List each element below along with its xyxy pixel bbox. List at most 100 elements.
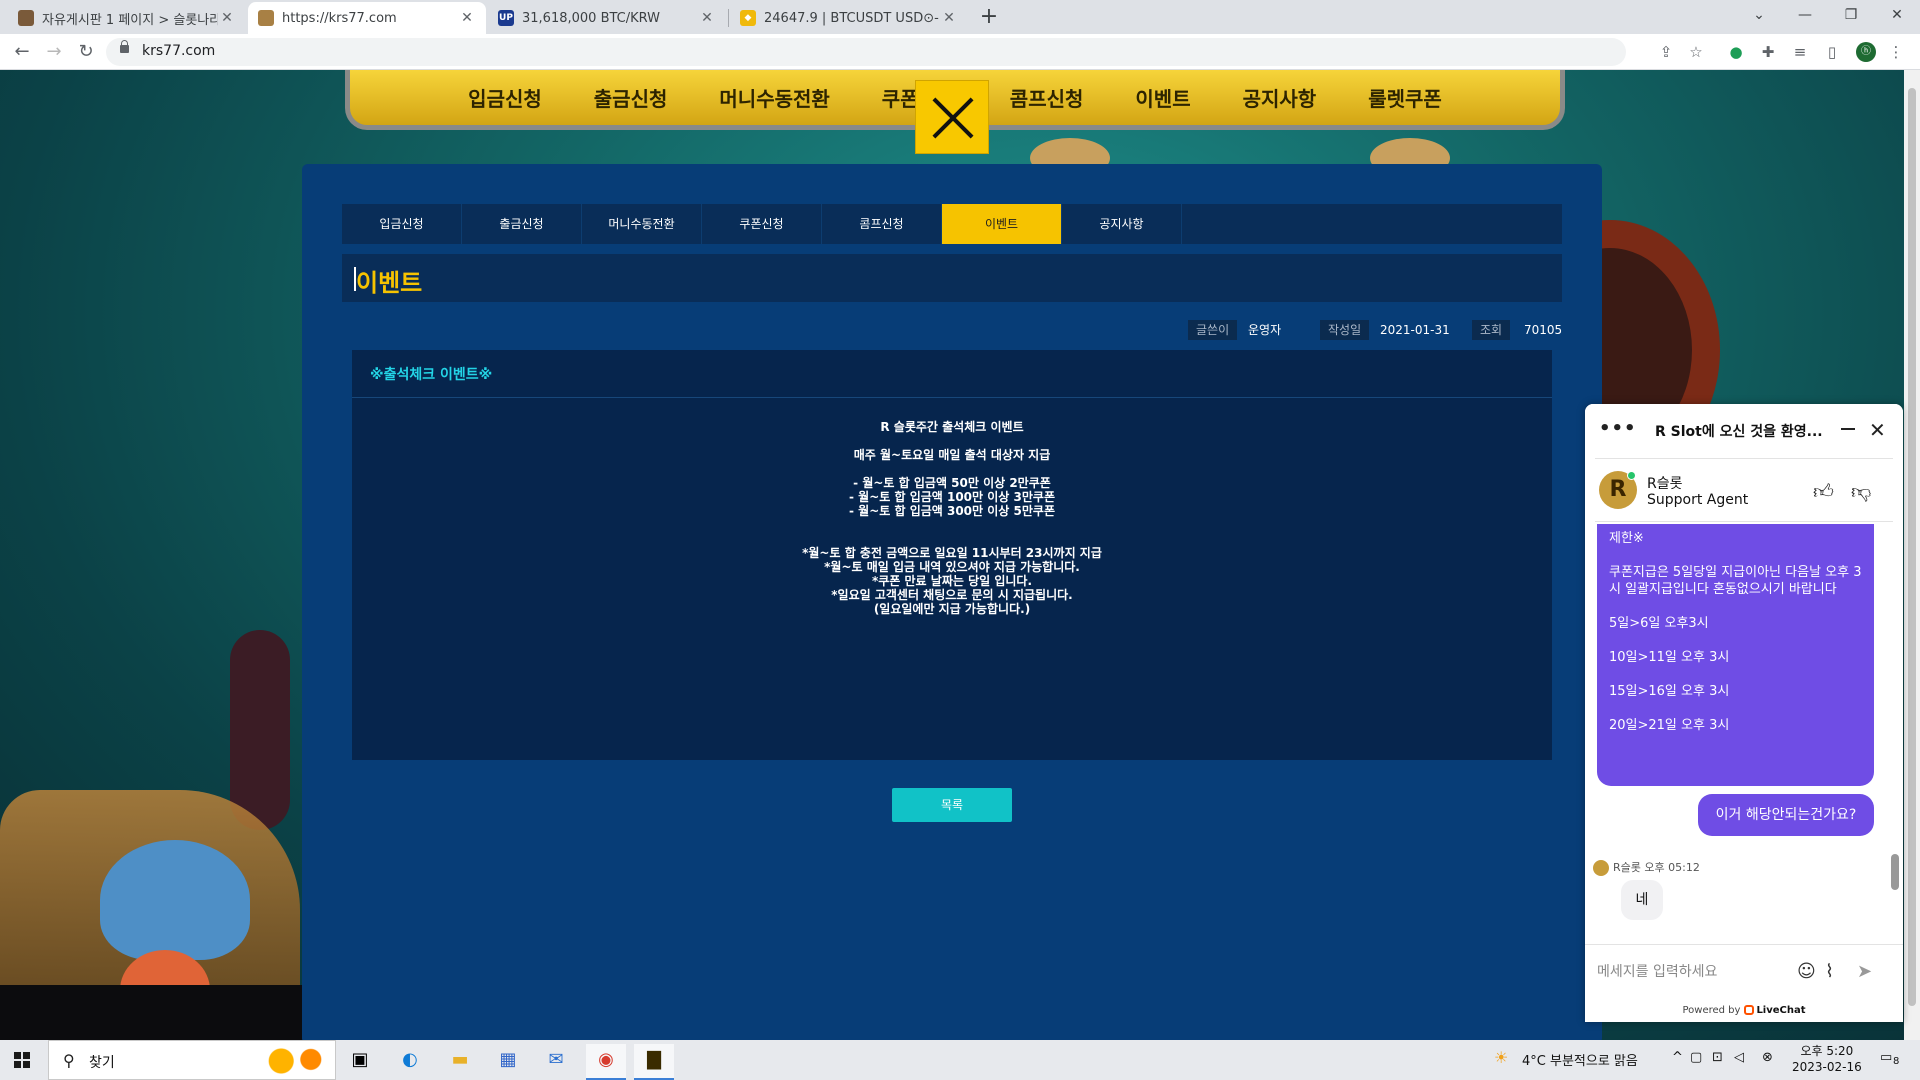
browser-tab-binance[interactable]: ◆ 24647.9 | BTCUSDT USD⊙-Marg ✕ <box>730 2 968 34</box>
shark-character-decoration <box>100 840 250 960</box>
forward-arrow-icon[interactable]: → <box>42 40 66 64</box>
profile-avatar[interactable]: ⓗ <box>1856 42 1876 62</box>
taskbar-clock[interactable]: 오후 5:20 2023-02-16 <box>1792 1043 1862 1075</box>
chrome-icon[interactable]: ◉ <box>586 1044 626 1080</box>
tab-close-icon[interactable]: ✕ <box>698 10 716 26</box>
url-text[interactable]: krs77.com <box>142 43 215 59</box>
post-line: *일요일 고객센터 채팅으로 문의 시 지급됩니다. <box>831 588 1073 602</box>
chat-menu-dots-icon[interactable]: ••• <box>1599 418 1637 439</box>
agent-reply: 네 <box>1621 880 1663 920</box>
mail-icon[interactable]: ✉ <box>536 1044 576 1080</box>
browser-tab-board[interactable]: 자유게시판 1 페이지 > 슬롯나라 ✕ <box>8 2 246 34</box>
post-line: 매주 월~토요일 매일 출석 대상자 지급 <box>853 448 1051 462</box>
close-modal-button[interactable] <box>915 80 989 154</box>
tab-search-chevron-icon[interactable]: ⌄ <box>1736 0 1782 30</box>
tab-money-transfer[interactable]: 머니수동전환 <box>582 204 702 244</box>
livechat-brand[interactable]: LiveChat <box>1756 1005 1805 1016</box>
page-scrollbar[interactable] <box>1904 70 1920 1040</box>
nav-notice[interactable]: 공지사항 <box>1217 83 1343 112</box>
taskbar-search-text: 찾기 <box>89 1055 115 1071</box>
tab-separator <box>728 9 729 27</box>
chat-composer: ☺ ⌇ ➤ <box>1585 944 1903 1000</box>
browser-tab-upbit[interactable]: UP 31,618,000 BTC/KRW ✕ <box>488 2 726 34</box>
post-line: *쿠폰 만료 날짜는 당일 입니다. <box>871 574 1033 588</box>
side-panel-icon[interactable]: ▯ <box>1822 42 1842 62</box>
post-line: - 월~토 합 입금액 100만 이상 3만쿠폰 <box>849 490 1055 504</box>
back-arrow-icon[interactable]: ← <box>10 40 34 64</box>
tab-withdraw[interactable]: 출금신청 <box>462 204 582 244</box>
send-icon[interactable]: ➤ <box>1857 961 1872 982</box>
agent-initial: R <box>1609 477 1627 502</box>
chat-message-input[interactable] <box>1597 961 1787 983</box>
share-icon[interactable]: ⇪ <box>1656 42 1676 62</box>
page-title: 이벤트 <box>353 263 422 298</box>
tab-title: https://krs77.com <box>282 10 397 26</box>
kakaotalk-icon[interactable]: ▇ <box>634 1044 674 1080</box>
tab-close-icon[interactable]: ✕ <box>218 10 236 26</box>
nav-event[interactable]: 이벤트 <box>1109 83 1216 112</box>
reading-list-icon[interactable]: ≡ <box>1790 42 1810 62</box>
extensions-puzzle-icon[interactable]: ✚ <box>1758 42 1778 62</box>
minimize-window-button[interactable]: — <box>1782 0 1828 30</box>
nav-roulette-coupon[interactable]: 룰렛쿠폰 <box>1342 83 1468 112</box>
new-tab-button[interactable]: + <box>975 4 1003 32</box>
modal-tabs: 입금신청 출금신청 머니수동전환 쿠폰신청 콤프신청 이벤트 공지사항 <box>342 204 1562 244</box>
emoji-icon[interactable]: ☺ <box>1797 961 1816 982</box>
post-line: R 슬롯주간 출석체크 이벤트 <box>880 420 1024 434</box>
tab-comp[interactable]: 콤프신청 <box>822 204 942 244</box>
nav-deposit[interactable]: 입금신청 <box>442 83 568 112</box>
address-bar[interactable]: krs77.com <box>106 38 1626 66</box>
post-line: *월~토 매일 입금 내역 있으셔야 지급 가능합니다. <box>824 560 1080 574</box>
bookmark-star-icon[interactable]: ☆ <box>1686 42 1706 62</box>
browser-menu-icon[interactable]: ⋮ <box>1886 42 1906 62</box>
notification-icon[interactable]: ▭ <box>1880 1050 1892 1065</box>
post-content: ※출석체크 이벤트※ R 슬롯주간 출석체크 이벤트 매주 월~토요일 매일 출… <box>352 350 1552 760</box>
clock-date: 2023-02-16 <box>1792 1060 1862 1074</box>
windows-start-icon[interactable] <box>14 1052 30 1068</box>
tab-coupon[interactable]: 쿠폰신청 <box>702 204 822 244</box>
ime-icon[interactable]: ⊗ <box>1762 1050 1773 1065</box>
chat-scrollbar[interactable] <box>1891 534 1899 934</box>
volume-icon[interactable]: ◁ <box>1734 1050 1744 1065</box>
tab-notice[interactable]: 공지사항 <box>1062 204 1182 244</box>
weather-text[interactable]: 4°C 부분적으로 맑음 <box>1522 1050 1638 1069</box>
tray-chevron-icon[interactable]: ^ <box>1672 1050 1683 1065</box>
message-line: 제한※ <box>1609 531 1644 546</box>
browser-tab-krs77[interactable]: https://krs77.com ✕ <box>248 2 486 34</box>
nav-withdraw[interactable]: 출금신청 <box>568 83 694 112</box>
chat-minimize-icon[interactable] <box>1841 428 1855 430</box>
nav-money-transfer[interactable]: 머니수동전환 <box>693 83 855 112</box>
chat-title: R Slot에 오신 것을 환영... <box>1655 424 1823 440</box>
chat-scrollbar-thumb[interactable] <box>1891 854 1899 890</box>
attach-paperclip-icon[interactable]: ⌇ <box>1825 961 1834 982</box>
chat-footer: Powered by LiveChat <box>1585 1000 1903 1022</box>
thumbs-up-icon[interactable]: 👍︎ <box>1813 479 1834 504</box>
scrollbar-thumb[interactable] <box>1908 88 1916 1006</box>
task-view-icon[interactable]: ▣ <box>340 1044 380 1080</box>
post-line: (일요일에만 지급 가능합니다.) <box>873 602 1031 616</box>
tab-deposit[interactable]: 입금신청 <box>342 204 462 244</box>
thumbs-down-icon[interactable]: 👎︎ <box>1851 479 1871 504</box>
microsoft-store-icon[interactable]: ▦ <box>488 1044 528 1080</box>
tab-title: 31,618,000 BTC/KRW <box>522 10 661 26</box>
file-explorer-icon[interactable]: ▬ <box>440 1044 480 1080</box>
reload-icon[interactable]: ↻ <box>74 40 98 64</box>
chat-close-icon[interactable]: ✕ <box>1869 418 1886 442</box>
tab-close-icon[interactable]: ✕ <box>458 10 476 26</box>
agent-message: 제한※ 쿠폰지급은 5일당일 지급이아닌 다음날 오후 3시 일괄지급입니다 혼… <box>1597 524 1874 786</box>
taskbar-search[interactable]: ⚲ 찾기 <box>48 1040 336 1080</box>
weather-icon[interactable]: ☀ <box>1494 1048 1508 1067</box>
search-highlight-flowers-icon <box>259 1045 333 1077</box>
close-window-button[interactable]: ✕ <box>1874 0 1920 30</box>
chat-header: ••• R Slot에 오신 것을 환영... ✕ <box>1585 404 1903 458</box>
network-icon[interactable]: ⊡ <box>1712 1050 1723 1065</box>
edge-browser-icon[interactable]: ◐ <box>390 1044 430 1080</box>
tab-event[interactable]: 이벤트 <box>942 204 1062 244</box>
views-label: 조회 <box>1472 320 1511 340</box>
tray-meet-icon[interactable]: ▢ <box>1690 1050 1702 1065</box>
tab-close-icon[interactable]: ✕ <box>940 10 958 26</box>
extension-green-icon[interactable]: ● <box>1726 42 1746 62</box>
nav-comp[interactable]: 콤프신청 <box>984 83 1110 112</box>
restore-window-button[interactable]: ❐ <box>1828 0 1874 30</box>
list-button[interactable]: 목록 <box>892 788 1012 822</box>
